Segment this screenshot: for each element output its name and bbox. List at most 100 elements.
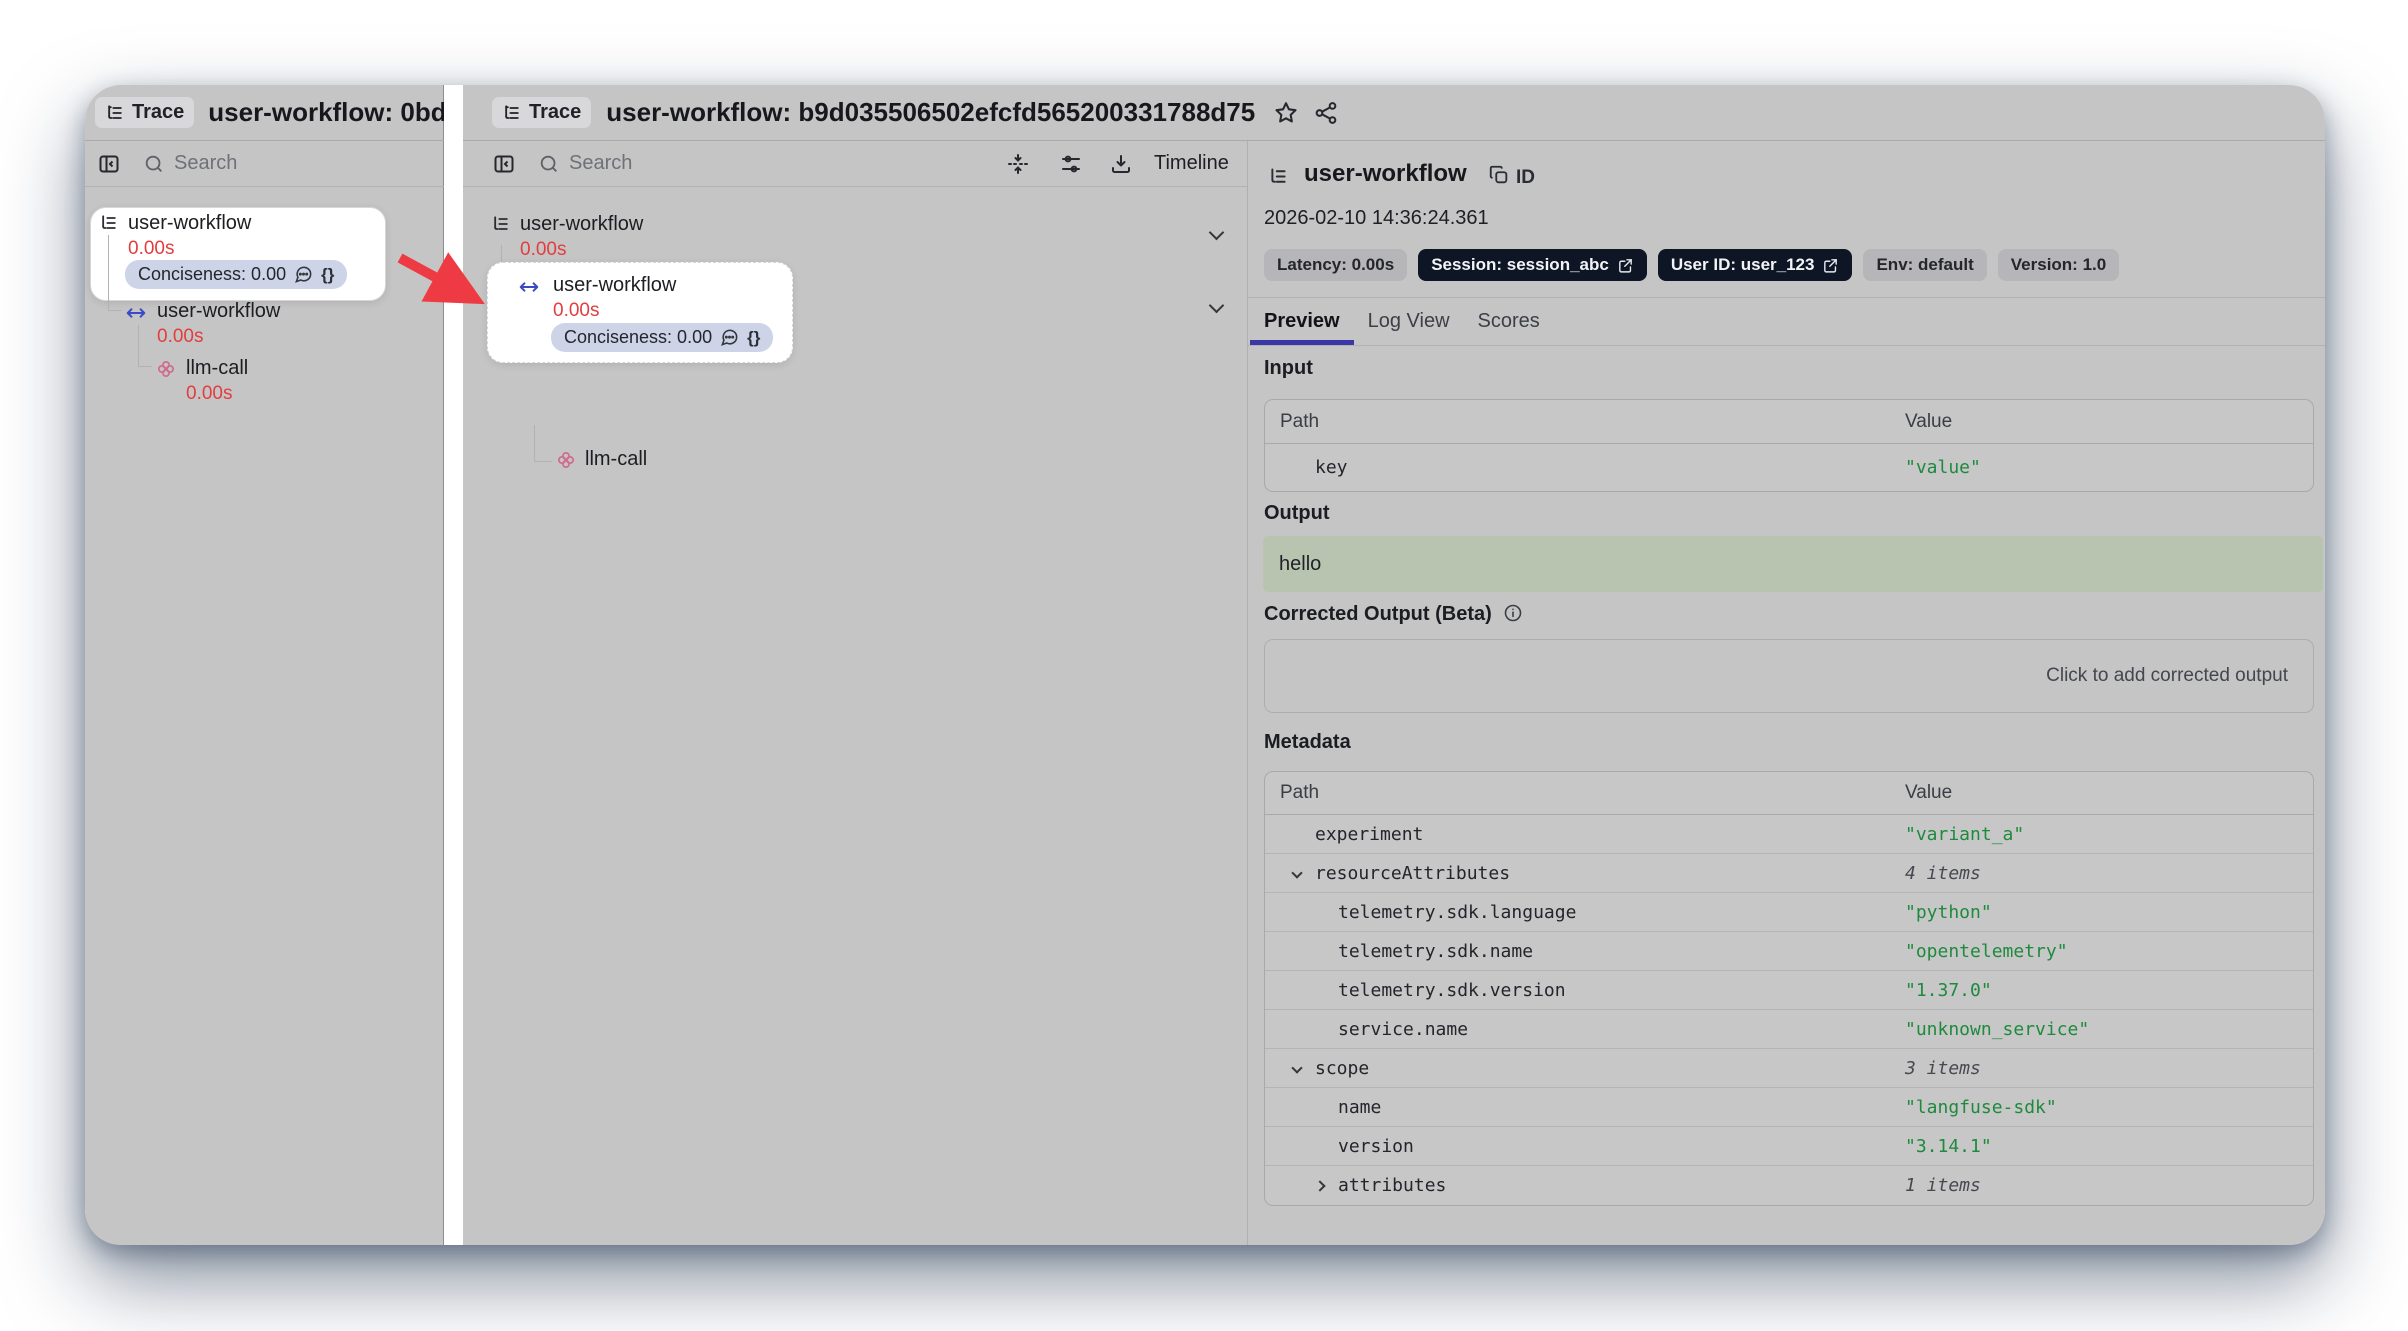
metadata-table: Path Value experiment"variant_a" resource…	[1264, 771, 2314, 1206]
table-header: Path Value	[1265, 400, 2313, 444]
timeline-toggle[interactable]: Timeline	[1154, 152, 1229, 175]
table-row: name "langfuse-sdk"	[1265, 1088, 2313, 1127]
arrow-left-right-icon	[518, 278, 540, 296]
table-row: key "value"	[1265, 444, 2313, 491]
metadata-heading: Metadata	[1264, 731, 1351, 754]
row-value: "langfuse-sdk"	[1905, 1097, 2057, 1118]
latency-badge: Latency: 0.00s	[1264, 249, 1407, 281]
row-path: scope	[1315, 1058, 1369, 1079]
row-value: 1 items	[1905, 1175, 1981, 1196]
back-title-bar: Trace user-workflow: 0bde	[85, 85, 444, 141]
corrected-output-placeholder: Click to add corrected output	[2046, 665, 2313, 687]
front-title-bar: Trace user-workflow: b9d035506502efcfd56…	[463, 85, 2325, 141]
json-braces-icon: {}	[321, 265, 334, 285]
table-row: version"3.14.1"	[1265, 1127, 2313, 1166]
score-label: Conciseness: 0.00	[564, 327, 712, 348]
tree-node-duration: 0.00s	[157, 326, 203, 348]
table-row: service.name "unknown_service"	[1265, 1010, 2313, 1049]
tree-node-grandchild[interactable]: llm-call	[186, 357, 248, 380]
arrow-left-right-icon	[125, 304, 147, 322]
score-badge[interactable]: Conciseness: 0.00 {}	[125, 260, 347, 289]
external-link-icon	[1617, 257, 1634, 274]
row-path: telemetry.sdk.language	[1338, 902, 1576, 923]
row-path: key	[1315, 457, 1348, 478]
llm-call-icon	[155, 358, 177, 380]
chevron-right-icon[interactable]	[1316, 1182, 1338, 1190]
row-value: "unknown_service"	[1905, 1019, 2089, 1040]
trace-badge: Trace	[492, 97, 591, 128]
env-badge: Env: default	[1863, 249, 1986, 281]
panel-collapse-icon[interactable]	[97, 152, 121, 176]
tree-node-child[interactable]: user-workflow	[553, 274, 676, 297]
list-tree-icon	[1268, 166, 1289, 187]
table-row: telemetry.sdk.language "python"	[1265, 893, 2313, 932]
tab-preview[interactable]: Preview	[1250, 298, 1354, 345]
row-path: attributes	[1338, 1175, 1446, 1196]
corrected-output-box[interactable]: Click to add corrected output	[1264, 639, 2314, 713]
output-value: hello	[1263, 536, 2323, 592]
tree-node-duration: 0.00s	[128, 238, 174, 260]
external-link-icon	[1822, 257, 1839, 274]
tree-node-duration: 0.00s	[553, 300, 599, 322]
row-value: "1.37.0"	[1905, 980, 1992, 1001]
row-path: service.name	[1338, 1019, 1468, 1040]
input-table: Path Value key "value"	[1264, 399, 2314, 492]
row-path: telemetry.sdk.version	[1338, 980, 1566, 1001]
tab-scores[interactable]: Scores	[1464, 298, 1554, 345]
row-path: name	[1338, 1097, 1381, 1118]
annotation-arrow	[378, 238, 518, 338]
chevron-down-icon[interactable]	[1209, 298, 1225, 314]
front-window-title: user-workflow: b9d035506502efcfd56520033…	[606, 97, 1255, 128]
panel-collapse-icon[interactable]	[492, 152, 516, 176]
search-icon	[143, 153, 165, 175]
output-text: hello	[1263, 553, 1321, 576]
table-row: telemetry.sdk.version "1.37.0"	[1265, 971, 2313, 1010]
back-trace-tree: user-workflow 0.00s Conciseness: 0.00 {}…	[85, 187, 444, 1245]
tree-node-grandchild[interactable]: llm-call	[585, 448, 647, 471]
share-icon[interactable]	[1313, 100, 1339, 126]
comment-icon	[294, 265, 313, 284]
column-path: Path	[1265, 782, 1905, 804]
table-row: attributes 1 items	[1265, 1166, 2313, 1205]
table-row: experiment"variant_a"	[1265, 815, 2313, 854]
tree-node-root[interactable]: user-workflow	[520, 213, 643, 236]
detail-tabs: Preview Log View Scores	[1250, 298, 1554, 345]
search-input[interactable]: Search	[569, 152, 632, 175]
tree-node-duration: 0.00s	[520, 239, 566, 261]
column-path: Path	[1265, 411, 1905, 433]
badge-row: Latency: 0.00s Session: session_abc User…	[1264, 249, 2119, 281]
tree-node-root[interactable]: user-workflow	[128, 212, 251, 235]
download-icon[interactable]	[1109, 152, 1133, 176]
table-body: key "value"	[1265, 444, 2313, 491]
score-badge[interactable]: Conciseness: 0.00 {}	[551, 323, 773, 352]
front-trace-tree: user-workflow 0.00s user-workflow 0.00s …	[463, 187, 1247, 1245]
fold-vertical-icon[interactable]	[1006, 152, 1030, 176]
user-id-badge[interactable]: User ID: user_123	[1658, 249, 1853, 281]
list-tree-icon	[99, 213, 119, 233]
row-value: "python"	[1905, 902, 1992, 923]
tab-log-view[interactable]: Log View	[1354, 298, 1464, 345]
settings-sliders-icon[interactable]	[1059, 152, 1083, 176]
row-path: resourceAttributes	[1315, 863, 1510, 884]
row-value: "value"	[1905, 457, 1981, 478]
copy-icon[interactable]	[1488, 164, 1510, 186]
trace-badge-label: Trace	[529, 101, 581, 124]
front-search-row: Search Timeline	[463, 141, 1247, 187]
tree-node-duration: 0.00s	[186, 383, 232, 405]
trace-badge-label: Trace	[132, 101, 184, 124]
corrected-output-heading: Corrected Output (Beta)	[1264, 603, 1523, 626]
info-icon[interactable]	[1503, 603, 1523, 623]
trace-detail-panel: user-workflow ID 2026-02-10 14:36:24.361…	[1247, 141, 2325, 1245]
chevron-down-icon[interactable]	[1293, 869, 1315, 877]
row-path: telemetry.sdk.name	[1338, 941, 1533, 962]
session-badge[interactable]: Session: session_abc	[1418, 249, 1647, 281]
tree-node-child[interactable]: user-workflow	[157, 300, 280, 323]
table-header: Path Value	[1265, 772, 2313, 815]
chevron-down-icon[interactable]	[1293, 1064, 1315, 1072]
star-icon[interactable]	[1273, 100, 1299, 126]
version-badge: Version: 1.0	[1998, 249, 2119, 281]
chevron-down-icon[interactable]	[1209, 225, 1225, 241]
row-value: 3 items	[1905, 1058, 1981, 1079]
search-input[interactable]: Search	[174, 152, 237, 175]
input-heading: Input	[1264, 357, 1313, 380]
